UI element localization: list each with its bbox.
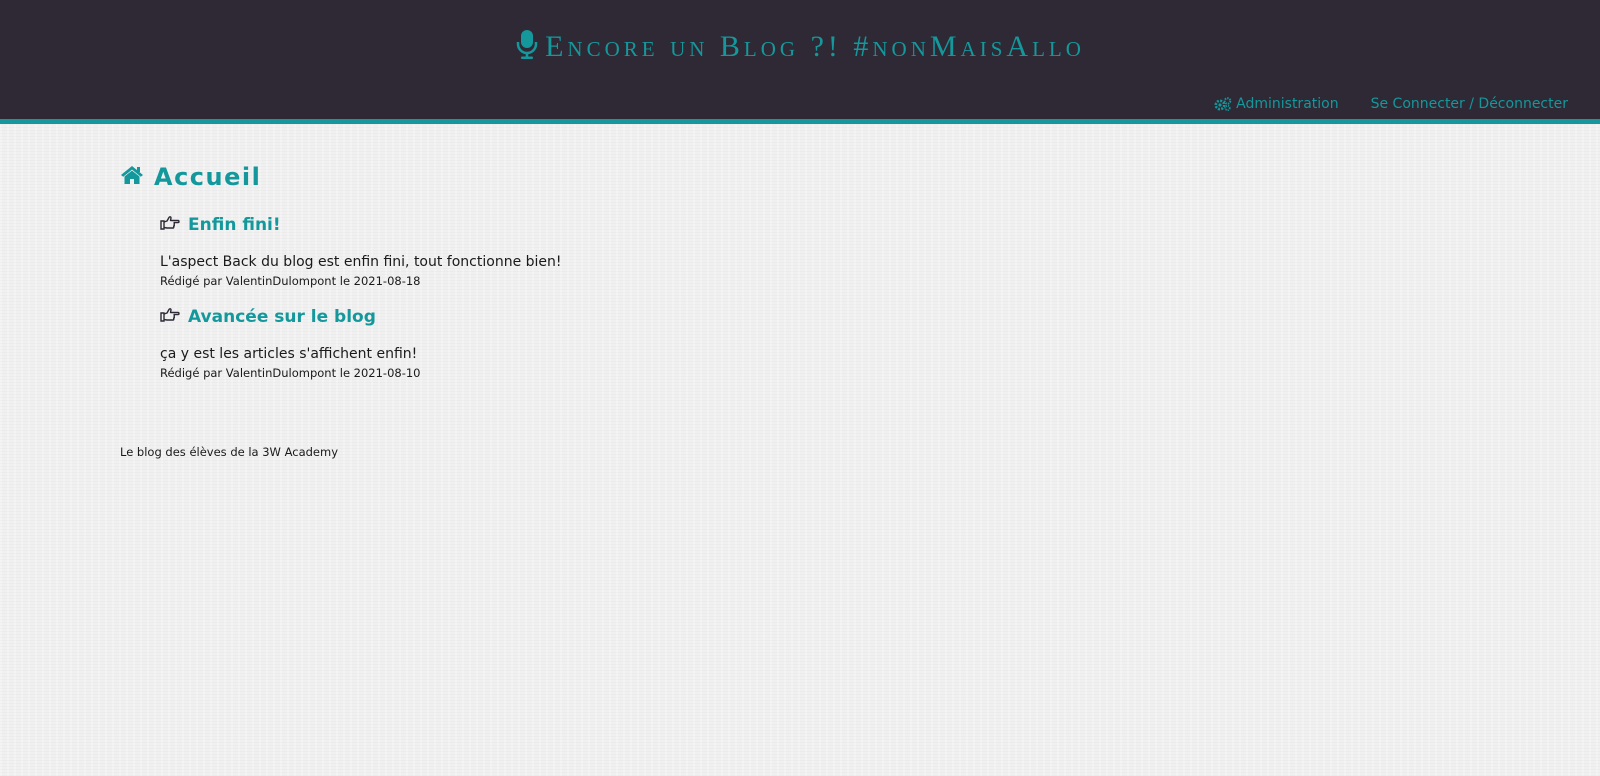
article-excerpt: L'aspect Back du blog est enfin fini, to… [160,254,562,270]
page-heading: Accueil [120,160,1420,194]
site-footer: Le blog des élèves de la 3W Academy [120,445,338,459]
article-item: Enfin fini! L'aspect Back du blog est en… [160,212,1420,290]
hand-pointing-right-icon [160,215,180,236]
article-title: Enfin fini! [160,212,1420,238]
article-excerpt: ça y est les articles s'affichent enfin! [160,346,418,362]
site-title: Encore un Blog ?! #nonMaisAllo [0,28,1600,64]
gears-icon [1214,97,1232,111]
login-logout-link[interactable]: Se Connecter / Déconnecter [1371,96,1568,112]
article-meta: Rédigé par ValentinDulompont le 2021-08-… [160,274,421,288]
home-icon [120,163,144,191]
microphone-icon [515,28,539,60]
article-title: Avancée sur le blog [160,304,1420,330]
page-heading-text: Accueil [154,163,262,191]
main-content: Accueil Enfin fini! L'aspect Back du blo… [120,160,1420,396]
article-meta: Rédigé par ValentinDulompont le 2021-08-… [160,366,421,380]
article-title-link[interactable]: Enfin fini! [188,215,281,235]
login-logout-label: Se Connecter / Déconnecter [1370,96,1568,112]
site-title-text[interactable]: Encore un Blog ?! #nonMaisAllo [545,30,1085,63]
administration-label: Administration [1236,96,1339,112]
article-title-link[interactable]: Avancée sur le blog [188,307,376,327]
hand-pointing-right-icon [160,307,180,328]
top-nav: Administration Se Connecter / Déconnecte… [1214,96,1568,112]
footer-text: Le blog des élèves de la 3W Academy [120,445,339,459]
article-item: Avancée sur le blog ça y est les article… [160,304,1420,382]
site-header: Encore un Blog ?! #nonMaisAllo Administr… [0,0,1600,124]
article-list: Enfin fini! L'aspect Back du blog est en… [160,212,1420,382]
administration-link[interactable]: Administration [1214,96,1339,112]
